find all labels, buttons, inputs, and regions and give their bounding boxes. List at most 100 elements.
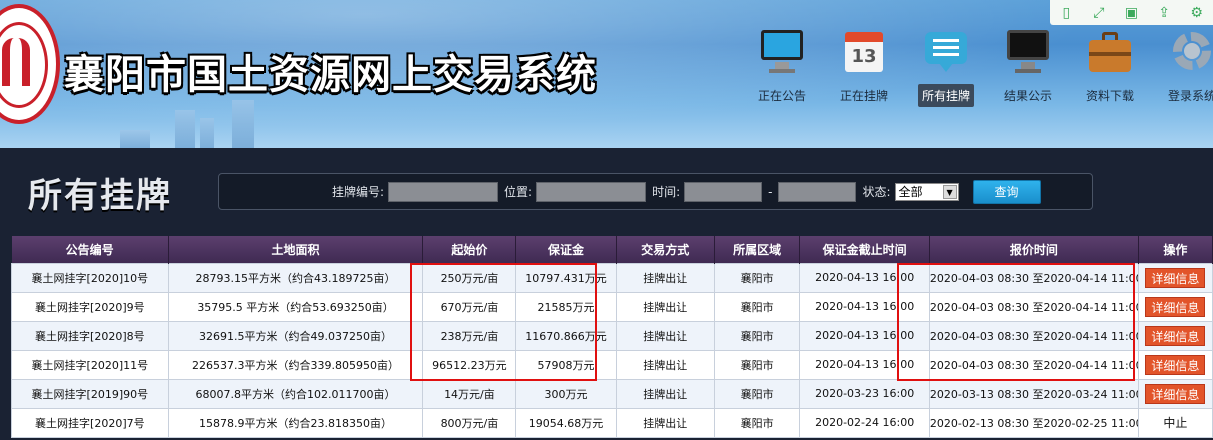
detail-button[interactable]: 详细信息 [1145, 354, 1206, 375]
listing-no-input[interactable] [388, 181, 499, 202]
cell-deadline: 2020-03-23 16:00 [799, 378, 930, 409]
share-icon[interactable]: ⇪ [1157, 6, 1171, 20]
table-row: 襄土网挂字[2019]90号 68007.8平方米（约合102.011700亩）… [11, 378, 1213, 409]
briefcase-icon [1087, 28, 1133, 74]
skyline-building [120, 130, 150, 148]
nav-item-announcements[interactable]: 正在公告 [746, 28, 818, 114]
skyline-building [175, 110, 195, 148]
cell-region: 襄阳市 [713, 262, 801, 293]
cell-area: 226537.3平方米（约合339.805950亩） [167, 349, 424, 380]
cell-deposit: 10797.431万元 [515, 262, 617, 293]
col-header-area: 土地面积 [168, 236, 424, 263]
time-separator: - [768, 184, 773, 199]
cell-deposit: 57908万元 [515, 349, 617, 380]
suspended-label: 中止 [1163, 416, 1188, 430]
nav-label: 资料下载 [1085, 89, 1134, 103]
nav-item-all-listings[interactable]: 所有挂牌 [910, 28, 982, 114]
col-header-quote-time: 报价时间 [929, 236, 1139, 263]
cell-deposit: 19054.68万元 [515, 407, 617, 438]
nav-label: 结果公示 [1003, 89, 1052, 103]
gear-icon [1169, 28, 1213, 74]
cell-notice-no: 襄土网挂字[2019]90号 [11, 378, 169, 409]
cell-method: 挂牌出让 [615, 291, 715, 322]
detail-button[interactable]: 详细信息 [1145, 267, 1206, 288]
cell-start-price: 96512.23万元 [422, 349, 517, 380]
fullscreen-icon[interactable]: ⤢ [1092, 6, 1106, 20]
cell-start-price: 238万元/亩 [422, 320, 517, 351]
cell-area: 15878.9平方米（约合23.818350亩） [167, 407, 424, 438]
cell-region: 襄阳市 [713, 320, 801, 351]
cell-quote-time: 2020-04-03 08:30 至2020-04-14 11:00 [928, 291, 1139, 322]
cell-deposit: 11670.866万元 [515, 320, 617, 351]
nav-item-login[interactable]: 登录系统 [1156, 28, 1213, 114]
logo-mark [2, 38, 30, 86]
status-select[interactable]: 全部 ▼ [894, 182, 959, 201]
cell-quote-time: 2020-04-03 08:30 至2020-04-14 11:00 [928, 349, 1139, 380]
skyline-building [200, 118, 214, 148]
cell-region: 襄阳市 [713, 349, 801, 380]
cell-method: 挂牌出让 [615, 378, 715, 409]
settings-icon[interactable]: ⚙ [1190, 6, 1204, 20]
cell-area: 28793.15平方米（约合43.189725亩） [167, 262, 424, 293]
cell-action: 详细信息 [1137, 291, 1213, 322]
cell-deposit: 300万元 [515, 378, 617, 409]
col-header-deposit: 保证金 [515, 236, 617, 263]
main-nav: 正在公告 13 正在挂牌 所有挂牌 结果公示 资料下载 登录系统 [746, 28, 1213, 114]
status-value: 全部 [898, 185, 923, 199]
cell-action: 详细信息 [1137, 320, 1213, 351]
table-row: 襄土网挂字[2020]9号 35795.5 平方米（约合53.693250亩） … [11, 291, 1213, 322]
cell-quote-time: 2020-03-13 08:30 至2020-03-24 11:00 [928, 378, 1139, 409]
location-label: 位置: [504, 185, 533, 199]
cell-notice-no: 襄土网挂字[2020]7号 [11, 407, 169, 438]
status-label: 状态: [862, 185, 891, 199]
cell-area: 35795.5 平方米（约合53.693250亩） [167, 291, 424, 322]
cell-start-price: 14万元/亩 [422, 378, 517, 409]
save-icon[interactable]: ▣ [1124, 6, 1138, 20]
col-header-start-price: 起始价 [422, 236, 517, 263]
cell-quote-time: 2020-02-13 08:30 至2020-02-25 11:00 [928, 407, 1139, 438]
cell-method: 挂牌出让 [615, 407, 715, 438]
cell-method: 挂牌出让 [615, 320, 715, 351]
message-icon [923, 28, 969, 74]
chevron-down-icon: ▼ [942, 184, 957, 199]
tablet-icon[interactable]: ▯ [1059, 6, 1073, 20]
cell-deadline: 2020-04-13 16:00 [799, 262, 930, 293]
col-header-deadline: 保证金截止时间 [799, 236, 930, 263]
table-row: 襄土网挂字[2020]11号 226537.3平方米（约合339.805950亩… [11, 349, 1213, 380]
start-time-input[interactable] [684, 181, 763, 202]
cell-start-price: 250万元/亩 [422, 262, 517, 293]
listing-no-label: 挂牌编号: [332, 185, 385, 199]
top-toolbar: ▯ ⤢ ▣ ⇪ ⚙ [1050, 0, 1213, 25]
cell-deposit: 21585万元 [515, 291, 617, 322]
cell-quote-time: 2020-04-03 08:30 至2020-04-14 11:00 [928, 262, 1139, 293]
listing-table: 公告编号 土地面积 起始价 保证金 交易方式 所属区域 保证金截止时间 报价时间… [11, 236, 1213, 438]
cell-quote-time: 2020-04-03 08:30 至2020-04-14 11:00 [928, 320, 1139, 351]
detail-button[interactable]: 详细信息 [1145, 383, 1206, 404]
table-row: 襄土网挂字[2020]7号 15878.9平方米（约合23.818350亩） 8… [11, 407, 1213, 438]
col-header-notice-no: 公告编号 [11, 236, 169, 263]
cell-deadline: 2020-02-24 16:00 [799, 407, 930, 438]
col-header-action: 操作 [1138, 236, 1213, 263]
cell-region: 襄阳市 [713, 291, 801, 322]
query-button[interactable]: 查询 [972, 179, 1041, 204]
nav-label: 登录系统 [1167, 89, 1213, 103]
calendar-number: 13 [851, 46, 877, 67]
cell-action: 详细信息 [1137, 378, 1213, 409]
location-input[interactable] [536, 181, 647, 202]
cell-notice-no: 襄土网挂字[2020]11号 [11, 349, 169, 380]
table-row: 襄土网挂字[2020]8号 32691.5平方米（约合49.037250亩） 2… [11, 320, 1213, 351]
section-title: 所有挂牌 [28, 176, 172, 216]
cell-method: 挂牌出让 [615, 349, 715, 380]
cell-area: 32691.5平方米（约合49.037250亩） [167, 320, 424, 351]
cell-deadline: 2020-04-13 16:00 [799, 349, 930, 380]
display-icon [1005, 28, 1051, 74]
cell-deadline: 2020-04-13 16:00 [799, 320, 930, 351]
detail-button[interactable]: 详细信息 [1145, 296, 1206, 317]
detail-button[interactable]: 详细信息 [1145, 325, 1206, 346]
site-title: 襄阳市国土资源网上交易系统 [64, 52, 597, 98]
table-header-row: 公告编号 土地面积 起始价 保证金 交易方式 所属区域 保证金截止时间 报价时间… [11, 236, 1213, 263]
nav-item-current-listings[interactable]: 13 正在挂牌 [828, 28, 900, 114]
end-time-input[interactable] [778, 181, 857, 202]
nav-item-results[interactable]: 结果公示 [992, 28, 1064, 114]
nav-item-downloads[interactable]: 资料下载 [1074, 28, 1146, 114]
